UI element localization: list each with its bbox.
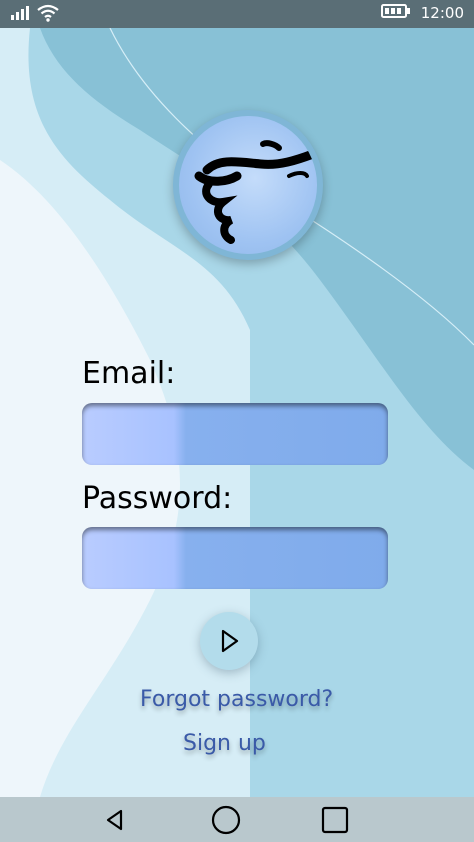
recents-icon — [321, 806, 349, 834]
corkscrew-icon — [194, 140, 317, 244]
recents-button[interactable] — [318, 803, 352, 837]
signal-icon — [10, 5, 30, 25]
play-icon — [221, 629, 239, 653]
home-icon — [211, 805, 241, 835]
home-button[interactable] — [209, 803, 243, 837]
wifi-icon — [36, 4, 60, 26]
password-field[interactable] — [82, 527, 388, 589]
forgot-password-link[interactable]: Forgot password? — [140, 687, 333, 712]
app-logo — [173, 110, 323, 260]
sign-up-link[interactable]: Sign up — [183, 731, 266, 756]
password-label: Password: — [82, 481, 233, 516]
email-field[interactable] — [82, 403, 388, 465]
status-bar: 12:00 — [0, 0, 474, 28]
status-time: 12:00 — [420, 4, 464, 22]
back-button[interactable] — [98, 803, 132, 837]
login-screen: 12:00 Email: Password: Forgot password? … — [0, 0, 474, 842]
battery-icon — [380, 3, 411, 23]
email-label: Email: — [82, 356, 176, 391]
submit-button[interactable] — [200, 612, 258, 670]
back-icon — [106, 809, 123, 831]
navigation-bar — [0, 797, 474, 842]
